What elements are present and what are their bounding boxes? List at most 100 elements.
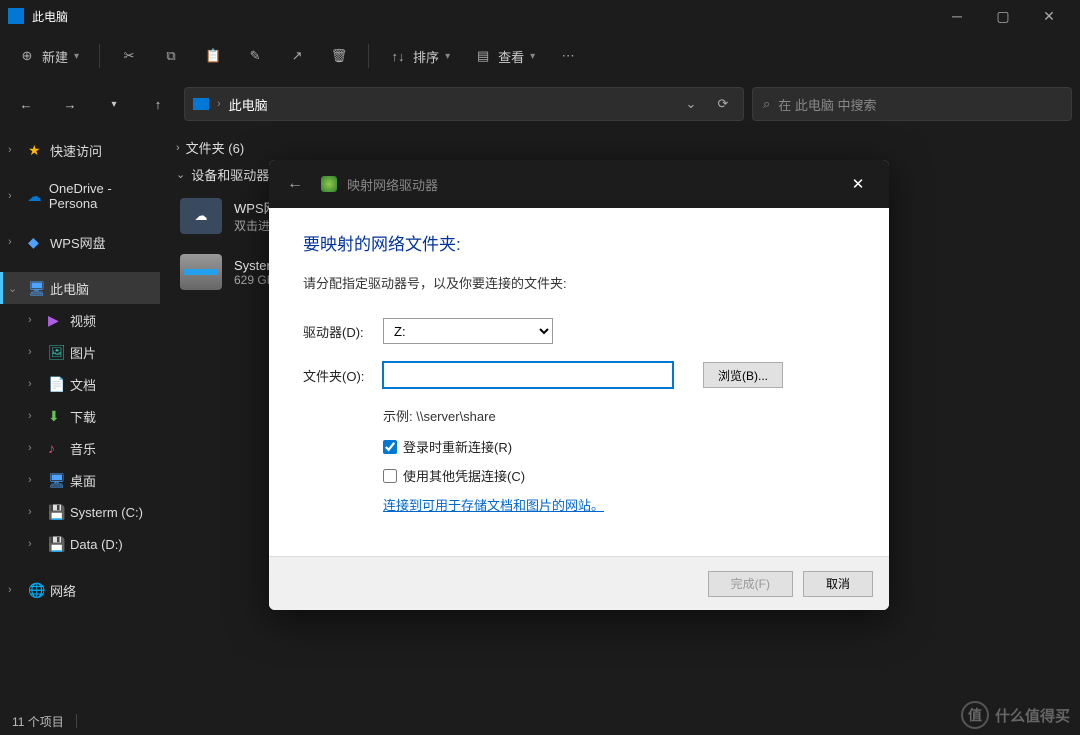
- maximize-button[interactable]: ▢: [980, 0, 1026, 32]
- chevron-right-icon: ›: [28, 346, 44, 358]
- sidebar-item-cdrive[interactable]: ›💾Systerm (C:): [0, 496, 160, 528]
- group-label: 文件夹 (6): [186, 138, 245, 157]
- sidebar-item-onedrive[interactable]: ›☁OneDrive - Persona: [0, 180, 160, 212]
- reconnect-checkbox[interactable]: [383, 440, 397, 454]
- sidebar-label: 音乐: [70, 439, 96, 458]
- more-button[interactable]: ⋯: [549, 38, 587, 74]
- view-icon: ▤: [474, 48, 492, 64]
- titlebar: 此电脑 ─ ▢ ✕: [0, 0, 1080, 32]
- sidebar-item-quick[interactable]: ›★快速访问: [0, 134, 160, 166]
- reconnect-row[interactable]: 登录时重新连接(R): [383, 437, 855, 456]
- address-dropdown[interactable]: ⌄: [679, 92, 703, 116]
- sort-button[interactable]: ↑↓ 排序 ▾: [379, 38, 460, 74]
- chevron-right-icon: ›: [28, 474, 44, 486]
- othercreds-label: 使用其他凭据连接(C): [403, 466, 525, 485]
- rename-button[interactable]: ✎: [236, 38, 274, 74]
- pc-icon: [8, 8, 24, 24]
- sidebar-item-music[interactable]: › ♪音乐: [0, 432, 160, 464]
- sidebar-item-pictures[interactable]: ›🖼图片: [0, 336, 160, 368]
- refresh-button[interactable]: ⟳: [711, 92, 735, 116]
- dialog-body: 要映射的网络文件夹: 请分配指定驱动器号，以及你要连接的文件夹: 驱动器(D):…: [269, 208, 889, 556]
- search-input[interactable]: ⌕ 在 此电脑 中搜索: [752, 87, 1072, 121]
- sidebar-label: OneDrive - Persona: [49, 181, 160, 211]
- search-placeholder: 在 此电脑 中搜索: [778, 95, 876, 114]
- address-bar[interactable]: › 此电脑 ⌄ ⟳: [184, 87, 744, 121]
- reconnect-label: 登录时重新连接(R): [403, 437, 512, 456]
- sidebar-item-network[interactable]: ›🌐网络: [0, 574, 160, 606]
- map-drive-dialog: ← 映射网络驱动器 ✕ 要映射的网络文件夹: 请分配指定驱动器号，以及你要连接的…: [269, 160, 889, 610]
- chevron-right-icon: ›: [28, 378, 44, 390]
- sidebar-item-thispc[interactable]: ⌄🖥此电脑: [0, 272, 160, 304]
- drive-select[interactable]: Z:: [383, 318, 553, 344]
- chevron-right-icon: ›: [8, 584, 24, 596]
- pc-icon: 🖥: [28, 280, 46, 296]
- example-text: 示例: \\server\share: [383, 406, 855, 425]
- back-button[interactable]: ←: [8, 86, 44, 122]
- dialog-wizard-name: 映射网络驱动器: [347, 175, 827, 194]
- othercreds-checkbox[interactable]: [383, 469, 397, 483]
- folder-row: 文件夹(O): 浏览(B)...: [303, 362, 855, 388]
- download-icon: ⬇: [48, 408, 66, 424]
- status-items: 11 个项目: [12, 713, 64, 730]
- sidebar-item-documents[interactable]: › 📄文档: [0, 368, 160, 400]
- music-icon: ♪: [48, 440, 66, 456]
- storage-link[interactable]: 连接到可用于存储文档和图片的网站。: [383, 498, 604, 513]
- dialog-desc: 请分配指定驱动器号，以及你要连接的文件夹:: [303, 273, 855, 292]
- sidebar-label: Systerm (C:): [70, 505, 143, 520]
- folder-label: 文件夹(O):: [303, 366, 365, 385]
- sidebar-label: 视频: [70, 311, 96, 330]
- othercreds-row[interactable]: 使用其他凭据连接(C): [383, 466, 855, 485]
- cut-icon: ✂: [120, 48, 138, 64]
- sidebar-label: Data (D:): [70, 537, 123, 552]
- chevron-right-icon: ›: [28, 410, 44, 422]
- sidebar-label: 文档: [70, 375, 96, 394]
- group-folders[interactable]: › 文件夹 (6): [176, 138, 1064, 157]
- browse-button[interactable]: 浏览(B)...: [703, 362, 783, 388]
- sidebar-item-ddrive[interactable]: ›💾Data (D:): [0, 528, 160, 560]
- delete-button[interactable]: 🗑: [320, 38, 358, 74]
- chevron-right-icon: ›: [176, 142, 180, 154]
- copy-button[interactable]: ⧉: [152, 38, 190, 74]
- dialog-footer: 完成(F) 取消: [269, 556, 889, 610]
- sort-label: 排序: [413, 47, 439, 66]
- more-icon: ⋯: [559, 48, 577, 64]
- sidebar-label: 图片: [70, 343, 96, 362]
- up-button[interactable]: ↑: [140, 86, 176, 122]
- watermark-icon: 值: [961, 701, 989, 729]
- folder-input[interactable]: [383, 362, 673, 388]
- sidebar-item-wps[interactable]: ›◆WPS网盘: [0, 226, 160, 258]
- forward-button[interactable]: →: [52, 86, 88, 122]
- sidebar-item-video[interactable]: ›▶视频: [0, 304, 160, 336]
- dialog-back-button[interactable]: ←: [279, 175, 311, 193]
- chevron-right-icon: ›: [28, 442, 44, 454]
- chevron-right-icon: ›: [28, 538, 44, 550]
- chevron-right-icon: ›: [28, 314, 44, 326]
- recent-button[interactable]: ▾: [96, 86, 132, 122]
- chevron-down-icon: ▾: [445, 51, 450, 62]
- window-title: 此电脑: [32, 8, 934, 25]
- chevron-down-icon: ⌄: [176, 168, 185, 181]
- sidebar-item-downloads[interactable]: ›⬇下载: [0, 400, 160, 432]
- sidebar-label: 快速访问: [50, 141, 102, 160]
- sort-icon: ↑↓: [389, 49, 407, 64]
- share-button[interactable]: ↗: [278, 38, 316, 74]
- paste-button[interactable]: 📋: [194, 38, 232, 74]
- copy-icon: ⧉: [162, 48, 180, 64]
- dialog-close-button[interactable]: ✕: [837, 160, 879, 208]
- delete-icon: 🗑: [330, 48, 348, 64]
- new-button[interactable]: ⊕ 新建 ▾: [8, 38, 89, 74]
- sidebar-item-desktop[interactable]: ›🖥桌面: [0, 464, 160, 496]
- view-button[interactable]: ▤ 查看 ▾: [464, 38, 545, 74]
- chevron-right-icon: ›: [8, 144, 24, 156]
- doc-icon: 📄: [48, 376, 66, 392]
- cut-button[interactable]: ✂: [110, 38, 148, 74]
- finish-button[interactable]: 完成(F): [708, 571, 793, 597]
- close-button[interactable]: ✕: [1026, 0, 1072, 32]
- minimize-button[interactable]: ─: [934, 0, 980, 32]
- chevron-right-icon: ›: [8, 190, 23, 202]
- network-icon: 🌐: [28, 582, 46, 598]
- pc-icon: [193, 98, 209, 110]
- cancel-button[interactable]: 取消: [803, 571, 873, 597]
- sidebar-label: WPS网盘: [50, 233, 106, 252]
- chevron-right-icon: ›: [8, 236, 24, 248]
